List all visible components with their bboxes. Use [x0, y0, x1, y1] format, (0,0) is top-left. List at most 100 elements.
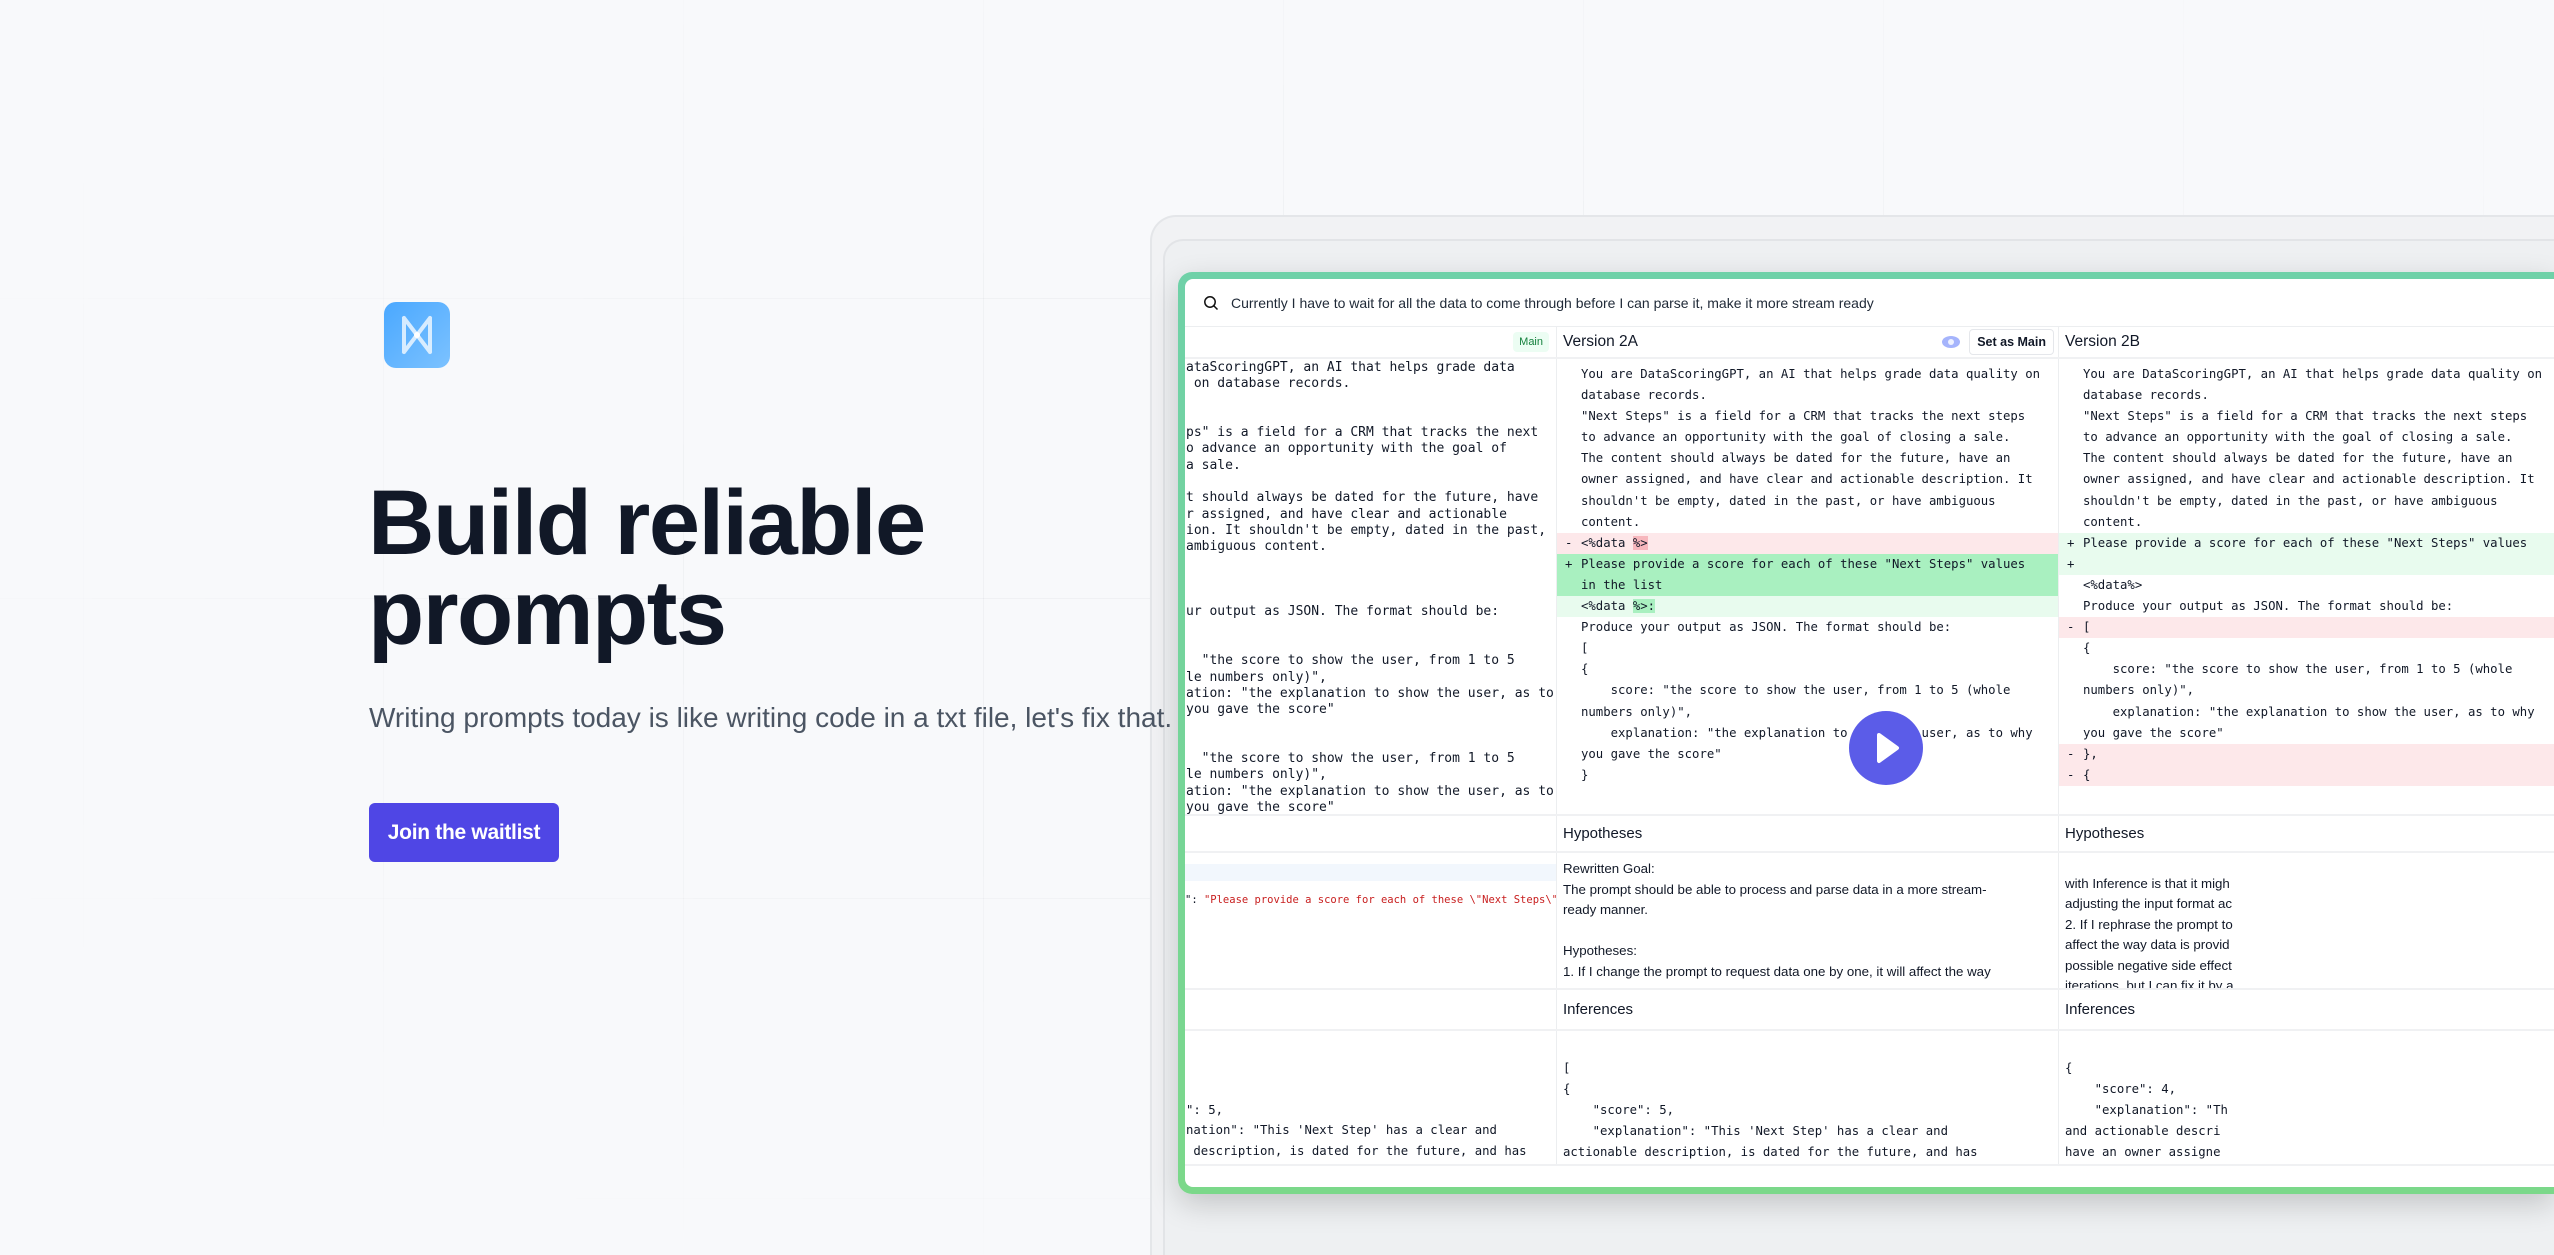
line-text: owner assigned, and have clear and actio… — [2083, 472, 2535, 487]
main-badge: Main — [1513, 332, 1549, 352]
code-line: { — [1557, 659, 2058, 680]
main-hypothesis-json: ": "Please provide a score for each of t… — [1185, 894, 1557, 906]
line-text: numbers only)", — [2083, 683, 2195, 698]
play-video-button[interactable] — [1849, 711, 1923, 785]
added-line: + Please provide a score for each of thes… — [1557, 553, 2058, 575]
code-line: "explanation": "This 'Next Step' has a c… — [1563, 1124, 1948, 1139]
code-line: t should always be dated for the future,… — [1186, 490, 1539, 506]
hypotheses-row: ": "Please provide a score for each of t… — [1185, 853, 2554, 990]
added-line: + — [2059, 553, 2554, 575]
line-text: <%data — [1581, 599, 1633, 614]
eye-icon[interactable] — [1941, 335, 1961, 349]
line-text: { — [2083, 641, 2091, 656]
code-line: you gave the score" — [1557, 744, 2058, 765]
code-line: content. — [2059, 512, 2554, 533]
diff-sign: - — [2067, 620, 2075, 635]
join-waitlist-button[interactable]: Join the waitlist — [369, 803, 559, 862]
removed-line: -[ — [2059, 617, 2554, 639]
removed-line: -{ — [2059, 764, 2554, 786]
code-line: ation: "the explanation to show the user… — [1186, 783, 1554, 799]
page-title: Build reliable prompts — [368, 472, 926, 664]
line-text: Please provide a score for each of these… — [1581, 556, 2026, 571]
line-text: You are DataScoringGPT, an AI that helps… — [1581, 367, 2041, 381]
line-text: "Next Steps" is a field for a CRM that t… — [1581, 409, 2026, 424]
line-text: shouldn't be empty, dated in the past, o… — [1581, 493, 1996, 508]
added-line: + Please provide a score for each of thes… — [2059, 532, 2554, 554]
code-line: explanation: "the explanation to show th… — [2059, 702, 2554, 723]
code-line: numbers only)", — [2059, 680, 2554, 701]
code-line: ": 5, — [1186, 1102, 1224, 1117]
code-line: ation: "the explanation to show the user… — [1186, 685, 1554, 701]
line-text: owner assigned, and have clear and actio… — [1581, 472, 2033, 487]
line-text: score: "the score to show the user, from… — [1581, 683, 2011, 698]
set-as-main-button[interactable]: Set as Main — [1969, 329, 2054, 355]
code-line: to advance an opportunity with the goal … — [2059, 427, 2554, 448]
line-text: Produce your output as JSON. The format … — [1581, 620, 1952, 635]
version-2a-hypotheses: Rewritten Goal: The prompt should be abl… — [1563, 861, 1991, 979]
line-text: <%data%> — [2083, 577, 2143, 592]
diff-sign: - — [1565, 535, 1573, 550]
version-2b-prompt-diff: You are DataScoringGPT, an AI that helps… — [2059, 359, 2554, 786]
changed-token: %> — [1632, 535, 1648, 550]
search-icon — [1204, 295, 1219, 310]
code-line: on database records. — [1186, 376, 1351, 392]
code-line: You are DataScoringGPT, an AI that helps… — [2059, 364, 2554, 385]
line-text: } — [1581, 767, 1589, 782]
line-text: { — [2083, 767, 2091, 782]
diff-sign: + — [1565, 556, 1573, 571]
code-line: database records. — [2059, 385, 2554, 406]
code-line: Produce your output as JSON. The format … — [1557, 617, 2058, 638]
code-line: numbers only)", — [1557, 702, 2058, 723]
code-line: "Next Steps" is a field for a CRM that t… — [1557, 406, 2058, 427]
removed-line: -}, — [2059, 743, 2554, 765]
diff-sign: - — [2067, 746, 2075, 761]
search-text: Currently I have to wait for all the dat… — [1231, 294, 1874, 311]
code-line: score: "the score to show the user, from… — [1557, 680, 2058, 701]
line-text: you gave the score" — [2083, 725, 2224, 740]
code-line: [ — [1563, 1061, 1571, 1075]
code-line: "explanation": "Th — [2065, 1103, 2228, 1118]
line-text: to advance an opportunity with the goal … — [1581, 430, 2011, 445]
version-2b-title: Version 2B — [2065, 333, 2140, 350]
hypotheses-label-2a: Hypotheses — [1563, 825, 1643, 842]
code-line: Produce your output as JSON. The format … — [2059, 596, 2554, 617]
code-line: ps" is a field for a CRM that tracks the… — [1186, 425, 1539, 441]
code-line: The content should always be dated for t… — [2059, 448, 2554, 469]
code-line: ambiguous content. — [1186, 539, 1327, 555]
diff-sign: + — [2067, 556, 2075, 571]
version-2b-inference: { "score": 4, "explanation": "Th and acti… — [2059, 1031, 2554, 1163]
play-icon — [1877, 733, 1899, 763]
highlighted-line — [1185, 864, 1556, 881]
line-text: content. — [1581, 514, 1641, 529]
line-text: database records. — [1581, 388, 1707, 403]
code-line: owner assigned, and have clear and actio… — [1557, 469, 2058, 490]
code-line: [ — [1557, 638, 2058, 659]
code-line: ur output as JSON. The format should be: — [1186, 604, 1500, 620]
code-line: le numbers only)", — [1186, 669, 1327, 685]
changed-token: %>: — [1632, 599, 1656, 614]
code-line: a sale. — [1186, 457, 1241, 473]
line-text: [ — [2083, 620, 2091, 635]
code-line: "Next Steps" is a field for a CRM that t… — [2059, 406, 2554, 427]
version-2a-title: Version 2A — [1563, 333, 1638, 350]
diff-sign: + — [2067, 535, 2075, 550]
goal-search-bar[interactable]: Currently I have to wait for all the dat… — [1185, 279, 2554, 327]
code-line: "score": 5, — [1563, 1103, 1675, 1118]
line-text: The content should always be dated for t… — [2083, 451, 2513, 466]
code-line: and actionable descri — [2065, 1124, 2221, 1139]
line-text: content. — [2083, 514, 2143, 529]
line-text: explanation: "the explanation to show th… — [1581, 725, 2033, 740]
line-text: database records. — [2083, 388, 2209, 403]
code-line: shouldn't be empty, dated in the past, o… — [2059, 491, 2554, 512]
line-text: The content should always be dated for t… — [1581, 451, 2011, 466]
version-2a-prompt-diff: You are DataScoringGPT, an AI that helps… — [1557, 359, 2058, 786]
line-text: Please provide a score for each of these… — [2083, 535, 2528, 550]
added-line: <%data %>: — [1557, 596, 2058, 618]
